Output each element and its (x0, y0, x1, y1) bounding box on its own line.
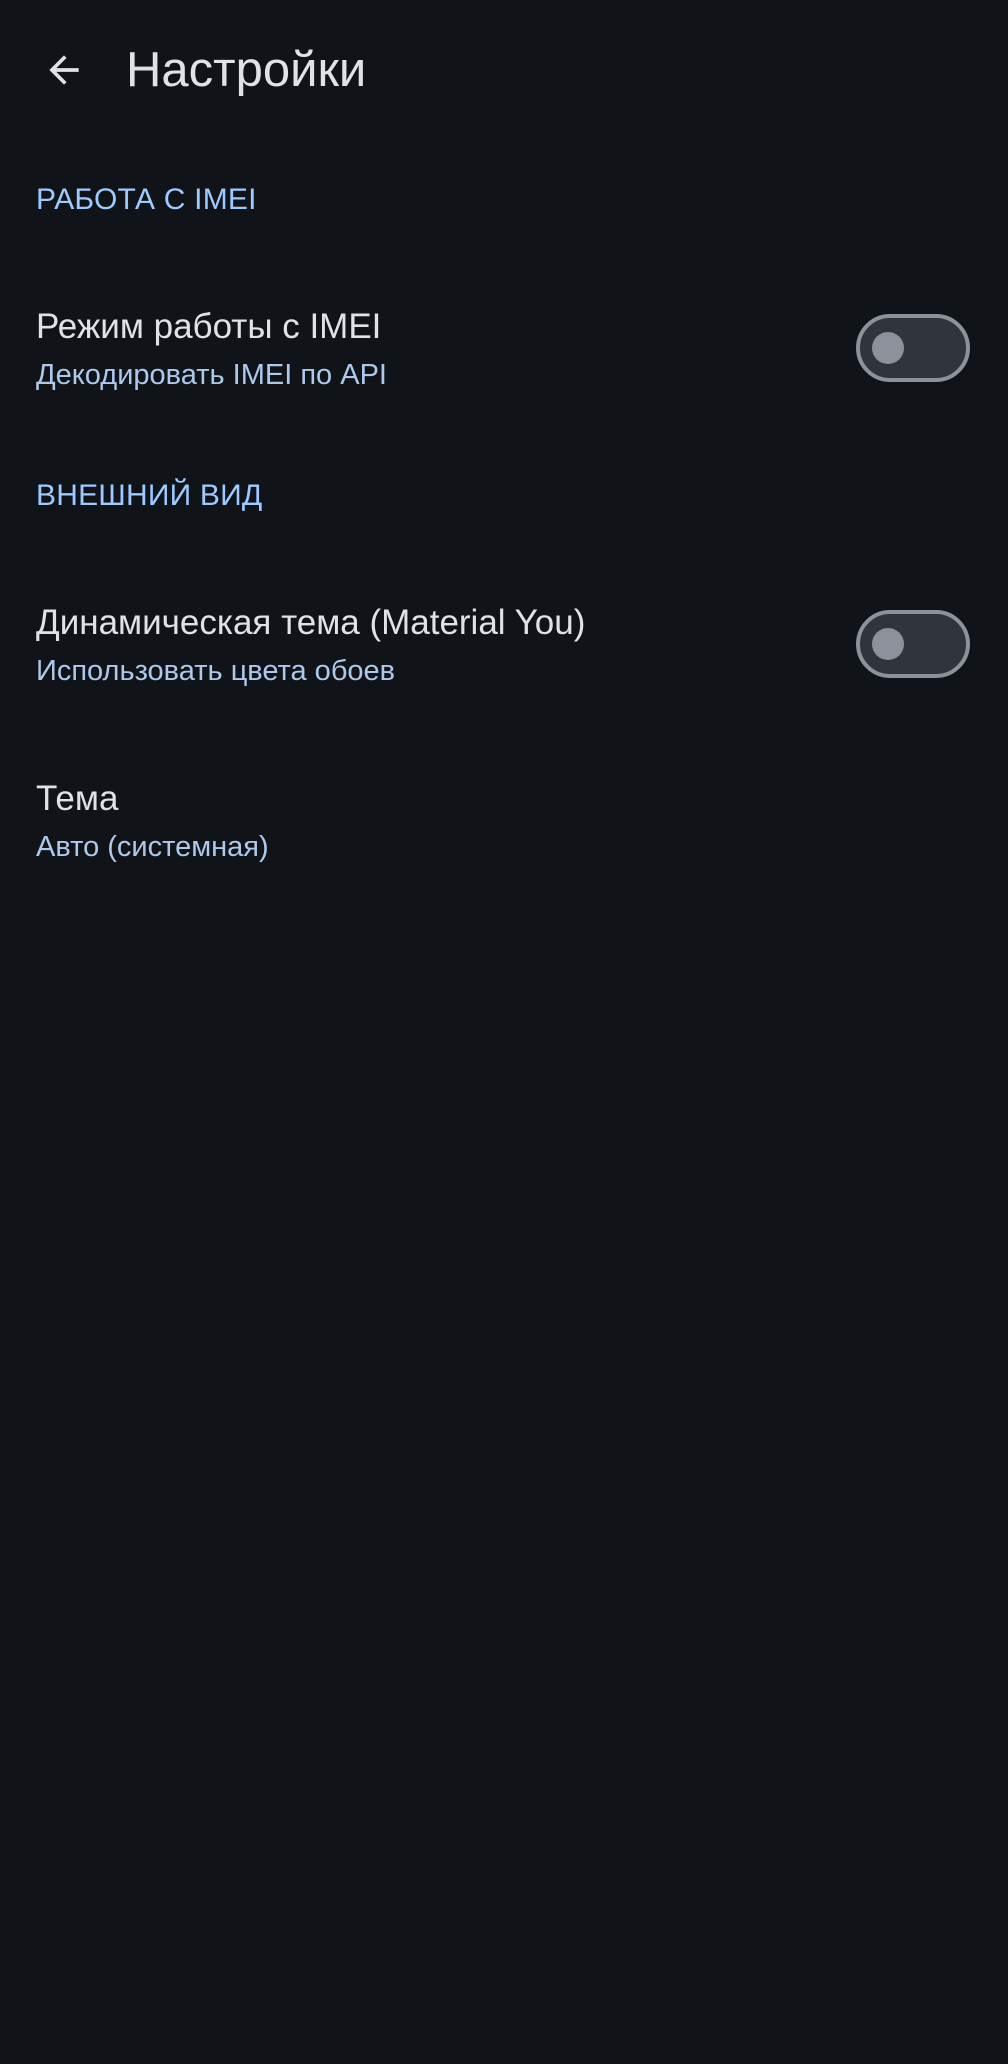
settings-screen: Настройки РАБОТА С IMEI Режим работы с I… (0, 0, 1008, 2064)
top-app-bar: Настройки (0, 0, 1008, 140)
section-header-imei: РАБОТА С IMEI (36, 183, 257, 216)
pref-title: Режим работы с IMEI (36, 307, 382, 346)
switch-thumb (872, 332, 904, 364)
pref-summary: Авто (системная) (36, 831, 269, 863)
dynamic-theme-switch[interactable] (856, 610, 970, 678)
page-title: Настройки (126, 43, 367, 97)
pref-dynamic-theme[interactable]: Динамическая тема (Material You) Использ… (0, 586, 1008, 706)
pref-title: Тема (36, 779, 119, 818)
arrow-back-icon (49, 55, 79, 85)
pref-imei-mode[interactable]: Режим работы с IMEI Декодировать IMEI по… (0, 290, 1008, 410)
pref-summary: Декодировать IMEI по API (36, 359, 387, 391)
back-button[interactable] (32, 38, 96, 102)
pref-title: Динамическая тема (Material You) (36, 603, 586, 642)
imei-mode-switch[interactable] (856, 314, 970, 382)
section-header-appearance: ВНЕШНИЙ ВИД (36, 479, 263, 512)
pref-theme[interactable]: Тема Авто (системная) (0, 762, 1008, 882)
pref-summary: Использовать цвета обоев (36, 655, 396, 687)
switch-thumb (872, 628, 904, 660)
